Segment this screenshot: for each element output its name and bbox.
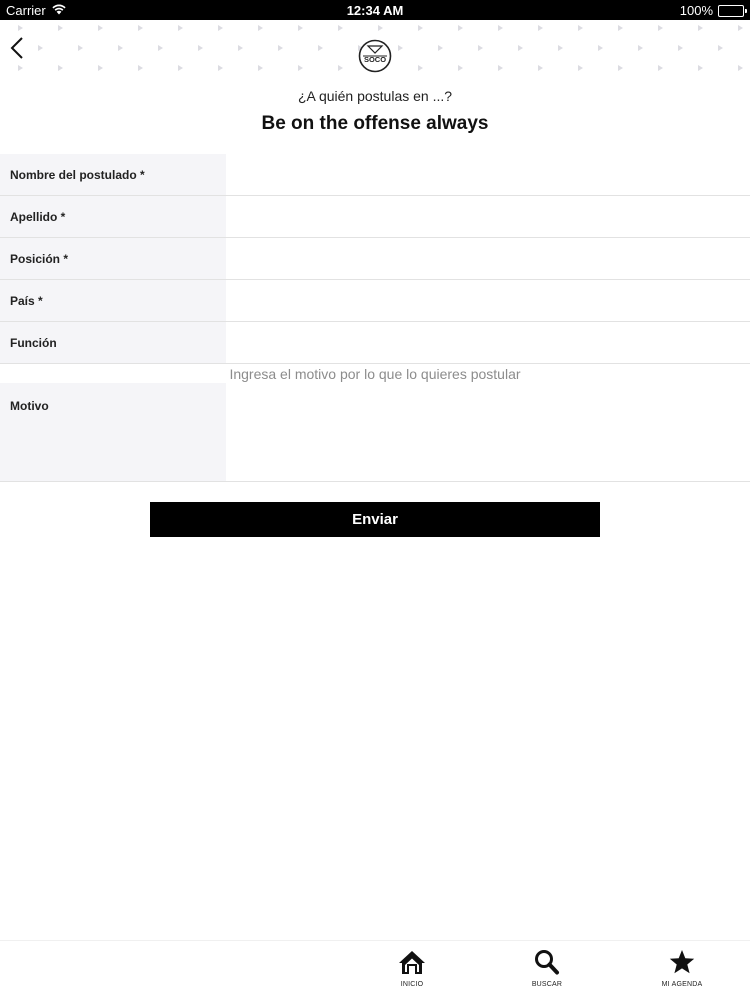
field-label-nombre: Nombre del postulado * (10, 168, 145, 182)
form-row-posicion: Posición * (0, 238, 750, 280)
pattern-mark (478, 45, 483, 51)
form-row-apellido: Apellido * (0, 196, 750, 238)
status-time: 12:34 AM (346, 3, 404, 18)
pattern-mark (378, 25, 383, 31)
submit-button[interactable]: Enviar (150, 502, 600, 537)
field-label-pais: País * (10, 294, 43, 308)
form-row-pais: País * (0, 280, 750, 322)
pattern-mark (458, 25, 463, 31)
page-subtitle: ¿A quién postulas en ...? (297, 88, 453, 104)
motivo-textarea[interactable] (226, 383, 750, 481)
pattern-mark (538, 65, 543, 71)
header: SOCO (0, 20, 750, 78)
page-title: Be on the offense always (261, 113, 489, 134)
pattern-mark (638, 45, 643, 51)
pattern-mark (258, 25, 263, 31)
pattern-mark (418, 25, 423, 31)
pattern-mark (698, 65, 703, 71)
pattern-mark (658, 25, 663, 31)
pattern-mark (238, 45, 243, 51)
pattern-mark (338, 25, 343, 31)
battery-percent: 100% (679, 3, 713, 18)
field-label-motivo: Motivo (10, 399, 49, 413)
tab-label-inicio: INICIO (400, 981, 424, 988)
field-label-apellido: Apellido * (10, 210, 66, 224)
pattern-mark (218, 65, 223, 71)
pattern-mark (218, 25, 223, 31)
pattern-mark (498, 65, 503, 71)
pattern-mark (178, 65, 183, 71)
search-icon (535, 950, 559, 975)
tab-buscar[interactable]: BUSCAR (507, 949, 587, 999)
pattern-mark (418, 65, 423, 71)
motivo-hint: Ingresa el motivo por lo que lo quieres … (229, 366, 521, 382)
pattern-mark (598, 45, 603, 51)
form-row-motivo: Motivo (0, 383, 750, 482)
pattern-mark (498, 25, 503, 31)
soco-logo: SOCO (358, 39, 392, 73)
pattern-mark (618, 65, 623, 71)
pattern-mark (558, 45, 563, 51)
pattern-mark (58, 65, 63, 71)
pattern-mark (138, 65, 143, 71)
pattern-mark (578, 65, 583, 71)
pattern-mark (518, 45, 523, 51)
status-right: 100% (679, 3, 747, 18)
pattern-mark (438, 45, 443, 51)
pattern-mark (98, 25, 103, 31)
status-bar: Carrier 12:34 AM 100% (0, 0, 750, 20)
pattern-mark (118, 45, 123, 51)
pattern-mark (78, 45, 83, 51)
tab-mi-agenda[interactable]: MI AGENDA (642, 949, 722, 999)
back-button[interactable] (2, 30, 32, 66)
pattern-mark (698, 25, 703, 31)
home-icon (399, 951, 425, 974)
pattern-mark (338, 65, 343, 71)
tab-label-mi-agenda: MI AGENDA (661, 981, 703, 988)
pattern-mark (298, 65, 303, 71)
pattern-mark (278, 45, 283, 51)
pattern-mark (198, 45, 203, 51)
pattern-mark (538, 25, 543, 31)
chevron-left-icon (10, 37, 23, 59)
pattern-mark (718, 45, 723, 51)
battery-icon (718, 4, 747, 17)
pattern-mark (578, 25, 583, 31)
pattern-mark (38, 45, 43, 51)
pattern-mark (98, 65, 103, 71)
form-row-nombre: Nombre del postulado * (0, 154, 750, 196)
pattern-mark (258, 65, 263, 71)
pattern-mark (178, 25, 183, 31)
pais-input[interactable] (226, 280, 750, 321)
pattern-mark (738, 65, 743, 71)
tab-label-buscar: BUSCAR (531, 981, 563, 988)
label-cell (0, 383, 226, 481)
pattern-mark (458, 65, 463, 71)
tab-bar: INICIO BUSCAR MI AGENDA (0, 940, 750, 1000)
pattern-mark (138, 25, 143, 31)
nombre-input[interactable] (226, 154, 750, 195)
field-label-funcion: Función (10, 336, 57, 350)
form-row-funcion: Función (0, 322, 750, 364)
pattern-mark (398, 45, 403, 51)
pattern-mark (658, 65, 663, 71)
pattern-mark (158, 45, 163, 51)
pattern-mark (618, 25, 623, 31)
star-icon (669, 950, 695, 974)
tab-inicio[interactable]: INICIO (372, 949, 452, 999)
apellido-input[interactable] (226, 196, 750, 237)
posicion-input[interactable] (226, 238, 750, 279)
field-label-posicion: Posición * (10, 252, 69, 266)
funcion-input[interactable] (226, 322, 750, 363)
pattern-mark (58, 25, 63, 31)
logo-text: SOCO (364, 55, 386, 64)
pattern-mark (678, 45, 683, 51)
pattern-mark (738, 25, 743, 31)
pattern-mark (318, 45, 323, 51)
pattern-mark (298, 25, 303, 31)
